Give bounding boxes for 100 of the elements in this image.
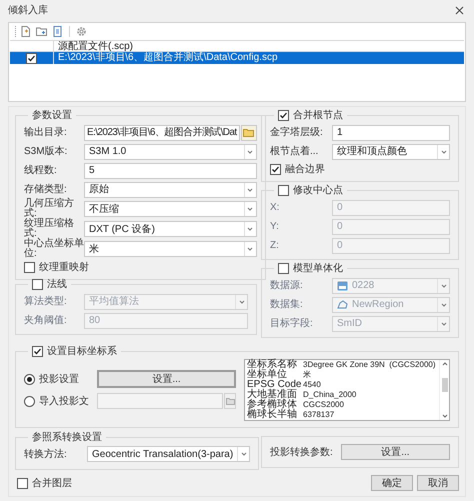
info-key: 坐标系名称: [247, 360, 303, 370]
add-folder-icon: [36, 26, 47, 37]
add-file-icon: [20, 26, 31, 37]
info-key: EPSG Code: [247, 380, 303, 390]
checkbox[interactable]: [32, 346, 43, 357]
field-label: 存储类型:: [24, 184, 68, 194]
field-label: 线程数:: [24, 166, 58, 176]
cancel-button[interactable]: 取消: [417, 475, 459, 491]
info-key: 参考椭球体: [247, 400, 303, 410]
group-title: 参数设置: [32, 108, 72, 123]
checkbox[interactable]: [278, 110, 289, 121]
input-field[interactable]: 5: [84, 162, 257, 178]
field-label: 转换方法:: [24, 448, 68, 462]
checkbox[interactable]: [278, 263, 289, 274]
checkbox[interactable]: [270, 164, 281, 174]
field-label: 投影转换参数:: [270, 446, 333, 460]
region-icon: [337, 300, 348, 309]
checkbox-label: 合并图层: [32, 476, 72, 490]
column-header: 源配置文件(.scp): [57, 41, 133, 51]
checkbox[interactable]: [24, 262, 35, 272]
dropdown[interactable]: S3M 1.0: [84, 144, 257, 160]
field-label: 算法类型:: [24, 296, 68, 306]
dropdown[interactable]: 纹理和顶点颜色: [332, 144, 450, 160]
field-label: Z:: [270, 240, 280, 250]
group-title: 法线: [47, 278, 67, 292]
chevron-down-icon: [240, 450, 248, 458]
checkbox[interactable]: [32, 279, 43, 290]
scrollbar-thumb[interactable]: [442, 378, 448, 392]
settings-icon: [76, 26, 87, 37]
field-label: 中心点坐标单位:: [24, 239, 84, 259]
window-title: 倾斜入库: [8, 4, 48, 18]
chevron-down-icon: [238, 298, 246, 306]
group-title: 修改中心点: [293, 184, 343, 198]
field-label: 输出目录:: [24, 128, 68, 138]
checkbox[interactable]: [26, 52, 37, 64]
settings-button[interactable]: 设置...: [97, 370, 236, 388]
settings-button[interactable]: 设置...: [340, 444, 450, 460]
field-label: S3M版本:: [24, 146, 68, 156]
dropdown[interactable]: DXT (PC 设备): [84, 221, 257, 237]
field-label: 纹理压缩格式:: [24, 219, 74, 239]
toolbar-button[interactable]: [51, 25, 64, 38]
toolbar-button[interactable]: [19, 25, 32, 38]
input-field[interactable]: 1: [332, 124, 450, 140]
dropdown[interactable]: 不压缩: [84, 201, 257, 217]
radio-label: 投影设置: [39, 372, 80, 386]
group-title: 参照系转换设置: [32, 430, 102, 445]
field-label: 目标字段:: [270, 318, 314, 328]
database-icon: [337, 280, 348, 290]
table-cell-text: E:\2023\非项目\6、超图合并测试\Data\Config.scp: [57, 52, 278, 64]
field-label: 金字塔层级:: [270, 128, 324, 138]
group-title: 合并根节点: [293, 108, 343, 123]
chevron-down-icon: [246, 225, 254, 233]
chevron-down-icon: [246, 186, 254, 194]
chevron-down-icon: [440, 300, 448, 308]
checkbox[interactable]: [17, 478, 28, 488]
input-field[interactable]: E:\2023\非项目\6、超图合并测试\Dat: [84, 124, 240, 140]
checkbox[interactable]: [278, 185, 289, 196]
folder-icon: [243, 128, 254, 137]
chevron-down-icon: [440, 148, 448, 156]
dropdown[interactable]: Geocentric Transalation(3-para): [87, 446, 250, 462]
settings-button[interactable]: [75, 25, 88, 38]
radio-button[interactable]: [24, 374, 35, 384]
chevron-down-icon: [246, 148, 254, 156]
info-value: 6378137: [303, 410, 336, 420]
radio-label: 导入投影文: [39, 394, 90, 408]
dropdown[interactable]: 米: [84, 241, 257, 257]
chevron-down-icon: [440, 320, 448, 328]
dropdown[interactable]: 原始: [84, 182, 257, 198]
delete-file-icon: [52, 26, 63, 37]
toolbar-button[interactable]: [35, 25, 48, 38]
field-label: 数据源:: [270, 280, 304, 290]
group-title: 模型单体化: [293, 262, 343, 276]
field-label: X:: [270, 202, 280, 212]
chevron-up-icon: [442, 361, 448, 366]
info-key: 椭球长半轴: [247, 410, 303, 420]
field-label: 夹角阈值:: [24, 316, 68, 326]
checkbox-label: 融合边界: [285, 162, 325, 176]
info-value: D_China_2000: [303, 390, 358, 400]
radio-button[interactable]: [24, 396, 35, 406]
field-label: 几何压缩方式:: [24, 199, 75, 219]
chevron-down-icon: [440, 282, 448, 290]
table-row[interactable]: E:\2023\非项目\6、超图合并测试\Data\Config.scp: [10, 52, 464, 64]
field-label: 根节点着...: [270, 146, 320, 156]
chevron-down-icon: [442, 414, 448, 419]
close-icon: [454, 6, 464, 14]
ok-button[interactable]: 确定: [371, 475, 413, 491]
info-key: 坐标单位: [247, 370, 303, 380]
info-value: CGCS2000: [303, 400, 345, 410]
group-title: 设置目标坐标系: [47, 344, 117, 359]
checkbox-label: 纹理重映射: [39, 260, 89, 274]
input-field[interactable]: [97, 393, 223, 409]
field-label: 数据集:: [270, 300, 304, 310]
chevron-down-icon: [246, 205, 254, 213]
info-value: 米: [303, 370, 312, 380]
info-value: 4540: [303, 380, 322, 390]
browse-button[interactable]: [240, 124, 257, 140]
info-value: 3Degree GK Zone 39N (CGCS2000): [303, 360, 437, 370]
scrollbar[interactable]: [439, 360, 449, 420]
chevron-down-icon: [246, 245, 254, 253]
folder-icon: [226, 397, 234, 405]
